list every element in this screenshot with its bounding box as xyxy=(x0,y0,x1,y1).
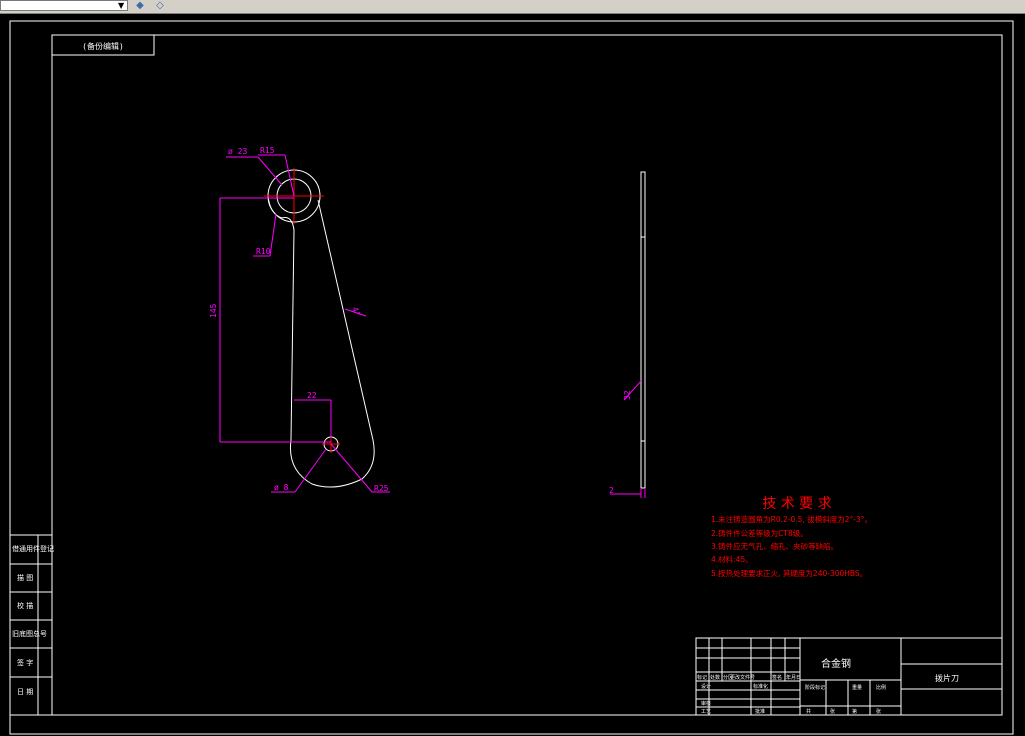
tech-note-2: 2.铸件件公差等级为CT8级。 xyxy=(711,528,808,538)
outer-frame xyxy=(9,20,1014,735)
layer-states-icon[interactable]: ◇ xyxy=(152,0,168,11)
technical-requirements: 技 术 要 求 1.未注铸造圆角为R0.2-0.5, 拔模斜度为2°-3°。 2… xyxy=(711,496,872,578)
side-label-3: 校 描 xyxy=(17,601,33,610)
tb-zhang-2: 张 xyxy=(876,708,881,715)
dimension-lines xyxy=(219,154,390,493)
side-label-1: 借通用件登记 xyxy=(12,544,54,553)
dim-length-145: 145 xyxy=(209,303,218,318)
tb-sheets: 共 xyxy=(806,708,811,715)
tb-zhang-1: 张 xyxy=(830,708,835,715)
cad-drawing-canvas[interactable]: (备份编辑) ø 23 R15 R10 145 22 ø 8 R25 4° 32… xyxy=(0,14,1025,736)
dim-thickness-2: 2 xyxy=(609,486,614,495)
tb-change-doc: 更改文件号 xyxy=(730,674,755,681)
tb-review: 审核 xyxy=(701,700,711,707)
dim-radius-15: R15 xyxy=(260,146,275,155)
part-side-view: 32 2 xyxy=(609,171,646,498)
dim-diameter-8: ø 8 xyxy=(274,483,289,492)
material-label: 合金钢 xyxy=(821,657,851,670)
dim-radius-25: R25 xyxy=(374,484,389,493)
tb-craft: 工艺 xyxy=(701,709,711,715)
tb-scale: 比例 xyxy=(876,684,886,691)
side-label-6: 日 期 xyxy=(17,688,33,696)
tb-standard: 标准化 xyxy=(753,683,768,690)
dim-side-32: 32 xyxy=(623,390,632,400)
toolbar: ▼ ◆ ◇ xyxy=(0,0,1025,14)
layer-tool-icon[interactable]: ◆ xyxy=(132,0,148,11)
inner-frame xyxy=(51,34,1003,716)
title-tag: (备份编辑) xyxy=(82,41,124,51)
tech-note-3: 3.铸件应无气孔、缩孔、夹砂等缺陷。 xyxy=(711,541,838,551)
tb-sheet: 第 xyxy=(852,708,857,715)
tb-mark: 标记 xyxy=(697,674,707,681)
tb-sign: 签名 xyxy=(772,674,782,681)
tb-approve: 批准 xyxy=(755,708,765,715)
tech-note-5: 5.按热处理要求正火, 其硬度为240-300HBS。 xyxy=(711,568,867,578)
dim-radius-10: R10 xyxy=(256,247,271,256)
tb-design: 设计 xyxy=(701,683,711,690)
chevron-down-icon[interactable]: ▼ xyxy=(118,1,124,10)
layer-combo[interactable]: ▼ xyxy=(0,0,128,11)
dim-diameter-23: ø 23 xyxy=(228,147,247,156)
tech-title: 技 术 要 求 xyxy=(762,496,831,512)
dim-length-22: 22 xyxy=(307,391,317,400)
side-label-4: 旧底图总号 xyxy=(12,629,47,638)
tb-stage-mark: 阶段标记 xyxy=(805,684,825,691)
side-label-5: 签 字 xyxy=(17,658,33,667)
tech-note-4: 4.材料:45。 xyxy=(711,554,753,564)
part-name-label: 拨片刀 xyxy=(935,673,959,683)
side-label-2: 描 图 xyxy=(17,573,33,582)
tech-note-1: 1.未注铸造圆角为R0.2-0.5, 拔模斜度为2°-3°。 xyxy=(711,514,872,524)
part-front-view xyxy=(267,169,375,488)
tb-count: 处数 xyxy=(710,674,720,681)
dim-angle: 4° xyxy=(350,306,362,318)
tb-weight: 重量 xyxy=(852,684,862,691)
tb-date: 年月日 xyxy=(786,674,801,681)
